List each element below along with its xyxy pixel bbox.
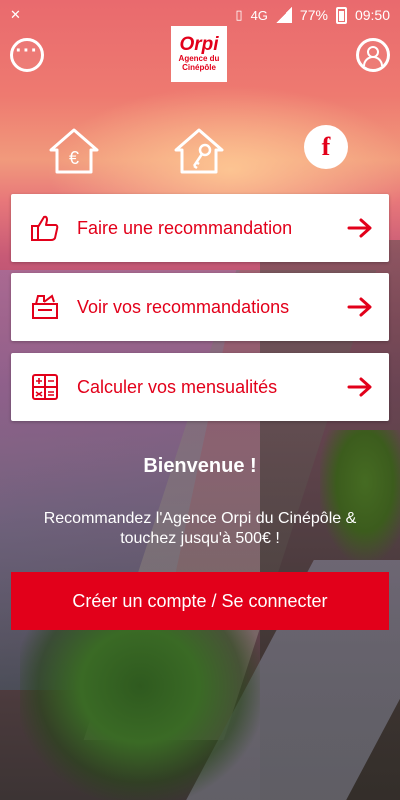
vibrate-icon: ▯ xyxy=(235,7,243,22)
action-label: Voir vos recommandations xyxy=(77,296,290,317)
signal-icon xyxy=(275,7,292,23)
welcome-title: Bienvenue ! xyxy=(143,455,257,477)
logo-brand: Orpi xyxy=(179,34,219,55)
more-dots-icon: ··· xyxy=(15,39,39,62)
action-card-calculate[interactable]: Calculer vos mensualités xyxy=(11,353,389,421)
thumbs-up-icon xyxy=(27,210,63,246)
status-time: 09:50 xyxy=(354,7,390,23)
orpi-logo: Orpi Agence du Cinépôle xyxy=(171,26,227,82)
arrow-right-icon xyxy=(347,218,372,238)
logo-subtitle-line1: Agence du xyxy=(178,54,220,63)
action-card-recommend[interactable]: Faire une recommandation xyxy=(11,194,389,262)
document-stack-icon xyxy=(27,289,63,325)
app-notification-icon: ✕ xyxy=(10,7,21,22)
profile-button[interactable] xyxy=(356,38,390,72)
action-card-view[interactable]: Voir vos recommandations xyxy=(11,273,389,341)
welcome-text: Recommandez l'Agence Orpi du Cinépôle & … xyxy=(43,510,357,547)
key-house-icon[interactable] xyxy=(174,128,224,174)
arrow-right-icon xyxy=(347,377,372,397)
svg-text:€: € xyxy=(69,148,79,168)
battery-icon xyxy=(335,6,347,24)
arrow-right-icon xyxy=(347,297,372,317)
action-label: Faire une recommandation xyxy=(77,217,293,238)
battery-percent: 77% xyxy=(299,7,328,23)
calculator-icon xyxy=(27,369,63,405)
bg-palm-left xyxy=(20,610,260,800)
facebook-icon[interactable]: f xyxy=(304,125,348,169)
status-right: ▯ 4G 77% 09:50 xyxy=(235,6,390,24)
action-label: Calculer vos mensualités xyxy=(77,376,278,397)
logo-subtitle-line2: Cinépôle xyxy=(182,63,216,72)
network-type-label: 4G xyxy=(250,7,268,23)
euro-house-icon[interactable]: € xyxy=(49,128,99,174)
menu-button[interactable]: ··· xyxy=(10,38,44,72)
create-account-login-button[interactable]: Créer un compte / Se connecter xyxy=(11,572,389,630)
profile-icon-body xyxy=(363,56,383,66)
